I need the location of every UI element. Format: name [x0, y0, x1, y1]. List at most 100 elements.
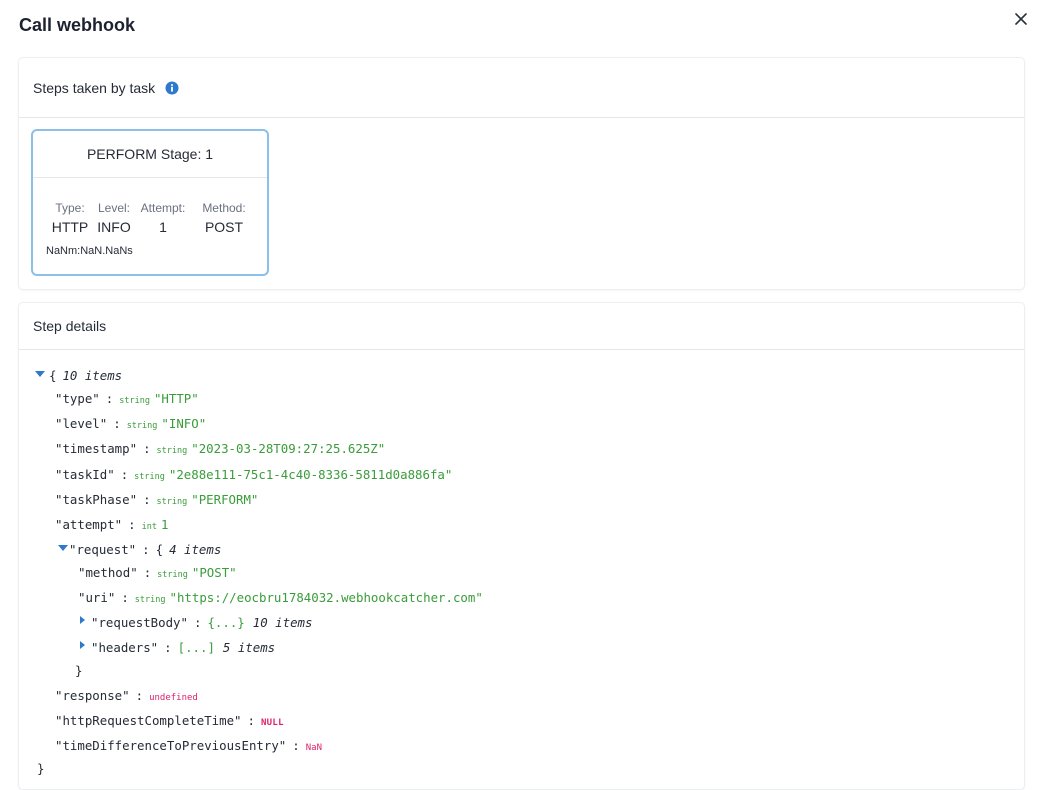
step-field-label: Method:	[202, 201, 246, 215]
json-value: "PERFORM"	[191, 492, 259, 507]
json-key: "uri"	[78, 590, 116, 605]
step-field-label: Type:	[55, 201, 85, 215]
json-colon: :	[105, 391, 114, 406]
json-type: string	[134, 472, 165, 482]
json-row-requestbody[interactable]: "requestBody" : {...} 10 items	[80, 615, 312, 631]
json-key: "request"	[69, 542, 137, 557]
call-webhook-dialog: Call webhook Steps taken by task PERFORM…	[0, 0, 1038, 790]
close-button[interactable]	[1012, 10, 1030, 28]
step-field-value: INFO	[97, 219, 131, 235]
step-field-level: Level: INFO	[93, 201, 135, 235]
json-key: "type"	[55, 391, 100, 406]
json-value: "https://eocbru1784032.webhookcatcher.co…	[169, 590, 483, 605]
json-colon: :	[193, 615, 202, 630]
json-brace: {	[155, 542, 164, 557]
json-row-timedifference[interactable]: "timeDifferenceToPreviousEntry" : NaN	[55, 738, 322, 756]
steps-card: Steps taken by task PERFORM Stage: 1 Typ…	[19, 58, 1024, 289]
json-root-close: }	[37, 761, 44, 777]
json-value: "HTTP"	[153, 391, 199, 406]
json-request-close: }	[75, 663, 82, 679]
step-card-perform[interactable]: PERFORM Stage: 1 Type: HTTP Level: INFO …	[31, 129, 269, 276]
json-colon: :	[143, 441, 151, 456]
json-colon: :	[142, 542, 150, 557]
json-colon: :	[135, 688, 144, 703]
close-icon	[1015, 13, 1027, 25]
json-colon: :	[143, 565, 152, 580]
json-key: "requestBody"	[91, 615, 188, 630]
json-root-open: { 10 items	[35, 368, 122, 384]
step-field-label: Attempt:	[140, 201, 186, 215]
json-colon: :	[247, 713, 255, 728]
dialog-title: Call webhook	[19, 15, 136, 35]
json-colon: :	[143, 492, 151, 507]
json-value: "2e88e111-75c1-4c40-8336-5811d0a886fa"	[168, 467, 453, 482]
step-field-attempt: Attempt: 1	[137, 201, 189, 235]
step-details-card: Step details { 10 items "type" : string …	[19, 303, 1024, 789]
json-key: "timeDifferenceToPreviousEntry"	[55, 738, 287, 753]
json-type: int	[141, 522, 157, 532]
json-type: string	[119, 396, 150, 406]
expand-toggle-icon[interactable]	[80, 616, 85, 624]
json-key: "attempt"	[55, 517, 123, 532]
json-key: "method"	[78, 565, 138, 580]
json-type: string	[126, 421, 158, 431]
json-type: string	[156, 446, 188, 456]
step-fields: Type: HTTP Level: INFO Attempt: 1 Method…	[33, 201, 267, 241]
expand-toggle-icon[interactable]	[58, 545, 68, 551]
info-icon[interactable]	[165, 81, 179, 95]
json-key: "taskPhase"	[55, 492, 138, 507]
step-card-title: PERFORM Stage: 1	[33, 131, 267, 178]
json-type: string	[156, 497, 188, 507]
json-row-headers[interactable]: "headers" : [...] 5 items	[80, 640, 275, 656]
json-item-count: 10 items	[62, 368, 123, 383]
json-value: "INFO"	[161, 416, 207, 431]
json-type: string	[157, 570, 188, 580]
json-row-taskphase[interactable]: "taskPhase" : string "PERFORM"	[55, 492, 258, 510]
step-field-type: Type: HTTP	[49, 201, 91, 235]
json-row-level[interactable]: "level" : string "INFO"	[55, 416, 206, 434]
step-details-title: Step details	[33, 318, 107, 334]
json-key: "timestamp"	[55, 441, 138, 456]
json-row-type[interactable]: "type" : string "HTTP"	[55, 391, 199, 409]
json-colon: :	[120, 467, 129, 482]
json-row-request[interactable]: "request" : { 4 items	[58, 542, 221, 558]
steps-card-header: Steps taken by task	[19, 58, 1024, 118]
json-type: string	[134, 595, 166, 605]
json-key: "headers"	[91, 640, 159, 655]
steps-card-title: Steps taken by task	[33, 79, 156, 96]
json-value: "2023-03-28T09:27:25.625Z"	[191, 441, 386, 456]
json-row-attempt[interactable]: "attempt" : int 1	[55, 517, 168, 535]
json-collapsed[interactable]: {...}	[207, 615, 244, 631]
json-value: NULL	[260, 718, 284, 728]
json-key: "response"	[55, 688, 130, 703]
step-field-value: 1	[159, 219, 167, 235]
json-row-timestamp[interactable]: "timestamp" : string "2023-03-28T09:27:2…	[55, 441, 385, 459]
json-viewer: { 10 items "type" : string "HTTP" "level…	[33, 361, 1024, 789]
json-collapsed[interactable]: [...]	[178, 640, 215, 656]
json-item-count: 5 items	[222, 640, 276, 655]
json-value: NaN	[305, 743, 322, 753]
json-row-uri[interactable]: "uri" : string "https://eocbru1784032.we…	[78, 590, 483, 608]
json-row-response[interactable]: "response" : undefined	[55, 688, 198, 706]
step-field-method: Method: POST	[199, 201, 249, 235]
json-colon: :	[292, 738, 300, 753]
json-brace: {	[49, 368, 57, 383]
json-value: 1	[160, 517, 169, 532]
json-key: "level"	[55, 416, 108, 431]
json-row-taskid[interactable]: "taskId" : string "2e88e111-75c1-4c40-83…	[55, 467, 452, 485]
json-colon: :	[121, 590, 129, 605]
expand-toggle-icon[interactable]	[80, 641, 85, 649]
json-colon: :	[128, 517, 136, 532]
step-details-header: Step details	[19, 303, 1024, 350]
step-duration: NaNm:NaN.NaNs	[46, 245, 133, 257]
json-item-count: 10 items	[252, 615, 313, 630]
json-colon: :	[164, 640, 172, 655]
expand-toggle-icon[interactable]	[35, 371, 45, 377]
json-brace: }	[75, 663, 83, 678]
json-value: "POST"	[191, 565, 237, 580]
step-field-label: Level:	[97, 201, 131, 215]
json-row-method[interactable]: "method" : string "POST"	[78, 565, 237, 583]
step-field-value: POST	[204, 219, 244, 235]
json-brace: }	[37, 761, 45, 776]
json-row-httprequestcompletetime[interactable]: "httpRequestCompleteTime" : NULL	[55, 713, 284, 731]
